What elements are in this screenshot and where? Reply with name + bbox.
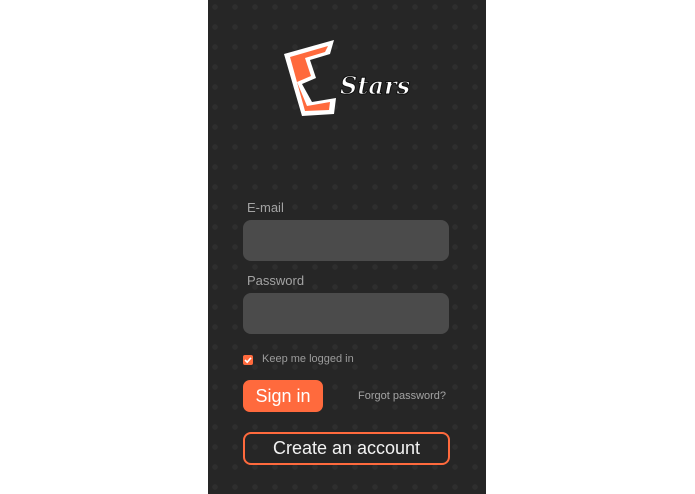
email-label: E-mail — [247, 200, 284, 215]
keep-logged-in-checkbox[interactable] — [243, 355, 253, 365]
forgot-password-link[interactable]: Forgot password? — [358, 390, 446, 402]
create-account-button[interactable]: Create an account — [243, 432, 450, 465]
login-screen: Stars E-mail Password Keep me logged in … — [208, 0, 486, 494]
sign-in-button[interactable]: Sign in — [243, 380, 323, 412]
password-field[interactable] — [243, 293, 449, 334]
password-label: Password — [247, 273, 305, 288]
keep-logged-in-label: Keep me logged in — [262, 353, 354, 365]
checkmark-icon — [244, 357, 252, 364]
email-field[interactable] — [243, 220, 449, 261]
logo-wordmark: Stars — [340, 71, 411, 100]
estars-logo: Stars — [282, 38, 414, 118]
